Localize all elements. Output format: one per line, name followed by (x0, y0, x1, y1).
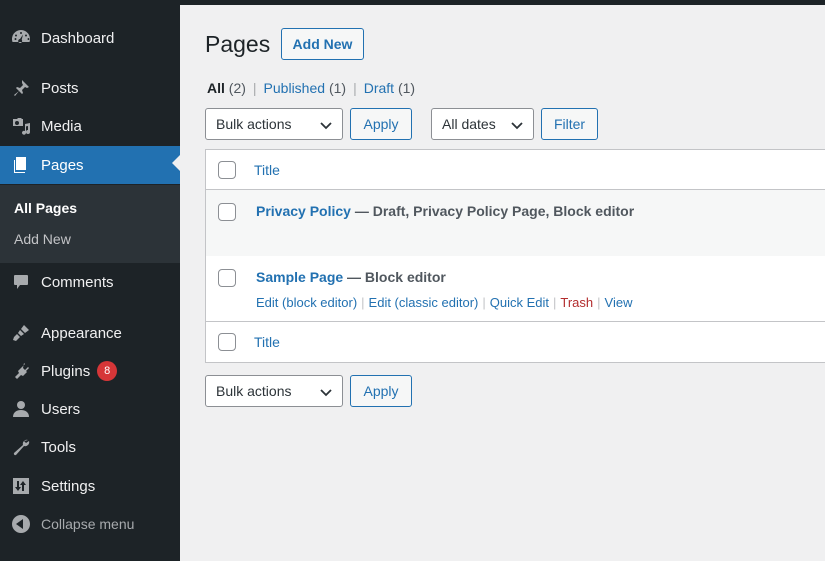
sidebar-item-label: Pages (41, 156, 84, 174)
filter-button[interactable]: Filter (541, 108, 598, 140)
table-footer: Title (206, 322, 825, 362)
sidebar-item-plugins[interactable]: Plugins 8 (0, 354, 180, 388)
sidebar-item-comments[interactable]: Comments (0, 265, 180, 299)
bulk-actions-select-top[interactable]: Bulk actions (205, 108, 343, 140)
view-count: (1) (397, 80, 416, 96)
edit-block-editor-link[interactable]: Edit (block editor) (256, 295, 357, 310)
chevron-down-icon (319, 385, 333, 399)
select-value: Bulk actions (216, 383, 292, 399)
sidebar-item-label: Comments (41, 273, 114, 291)
view-label: Draft (363, 80, 395, 96)
sidebar-item-tools[interactable]: Tools (0, 430, 180, 464)
sidebar-item-label: Tools (41, 438, 77, 456)
update-count-badge: 8 (97, 361, 118, 381)
collapse-icon (9, 514, 33, 534)
sidebar-item-label: Media (41, 117, 82, 135)
post-states: — Block editor (343, 269, 446, 285)
page-title: Pages (205, 31, 271, 57)
bulk-actions-select-bottom[interactable]: Bulk actions (205, 375, 343, 407)
column-title-sort[interactable]: Title (254, 162, 280, 178)
row-title: Sample Page — Block editor (256, 269, 446, 285)
sidebar-item-settings[interactable]: Settings (0, 469, 180, 503)
select-all-checkbox[interactable] (218, 161, 236, 179)
sidebar-item-label: Posts (41, 79, 79, 97)
chevron-down-icon (510, 118, 524, 132)
sidebar-item-pages[interactable]: Pages (0, 146, 180, 184)
settings-icon (9, 476, 33, 496)
trash-link[interactable]: Trash (560, 295, 593, 310)
wrench-icon (9, 437, 33, 457)
table-row: Sample Page — Block editor Edit (block e… (206, 256, 825, 322)
select-value: All dates (442, 116, 496, 132)
view-filters: All (2) | Published (1) | Draft (1) (207, 80, 415, 96)
post-states: — Draft, Privacy Policy Page, Block edit… (350, 203, 635, 219)
page-title-link[interactable]: Sample Page (256, 269, 343, 285)
view-label: Published (263, 80, 326, 96)
row-checkbox[interactable] (218, 203, 236, 221)
view-draft[interactable]: Draft (1) (364, 80, 415, 96)
pages-submenu: All Pages Add New (0, 185, 180, 263)
view-all[interactable]: All (2) (207, 80, 246, 96)
row-actions: Edit (block editor) | Edit (classic editor… (256, 295, 632, 310)
edit-classic-editor-link[interactable]: Edit (classic editor) (369, 295, 479, 310)
quick-edit-link[interactable]: Quick Edit (490, 295, 549, 310)
chevron-down-icon (319, 118, 333, 132)
row-title: Privacy Policy — Draft, Privacy Policy P… (256, 203, 634, 219)
sidebar-item-label: Appearance (41, 324, 122, 342)
separator: | (597, 295, 601, 310)
view-count: (1) (328, 80, 347, 96)
column-title-sort-footer[interactable]: Title (254, 334, 280, 350)
select-all-checkbox-footer[interactable] (218, 333, 236, 351)
user-icon (9, 399, 33, 419)
dashboard-icon (9, 28, 33, 48)
apply-button-top[interactable]: Apply (350, 108, 412, 140)
pages-table: Title Privacy Policy — Draft, Privacy Po… (205, 149, 825, 363)
collapse-menu-label: Collapse menu (41, 516, 135, 532)
separator: | (353, 80, 357, 96)
add-new-button[interactable]: Add New (281, 28, 364, 60)
view-published[interactable]: Published (1) (264, 80, 347, 96)
sidebar-item-label: Settings (41, 477, 96, 495)
comment-icon (9, 272, 33, 292)
plugin-icon (9, 361, 33, 381)
view-label: All (207, 80, 225, 96)
submenu-add-new[interactable]: Add New (14, 231, 71, 247)
view-count: (2) (228, 80, 246, 96)
sidebar-item-label: Plugins (41, 362, 91, 380)
main-content: Pages Add New All (2) | Published (1) | … (180, 5, 825, 561)
sidebar-item-label: Dashboard (41, 29, 115, 47)
pin-icon (9, 78, 33, 98)
admin-sidebar: Dashboard Posts Media Pages All Pages Ad… (0, 0, 180, 561)
sidebar-item-posts[interactable]: Posts (0, 71, 180, 105)
sidebar-item-dashboard[interactable]: Dashboard (0, 21, 180, 55)
separator: | (553, 295, 557, 310)
page-title-link[interactable]: Privacy Policy (256, 203, 351, 219)
table-row: Privacy Policy — Draft, Privacy Policy P… (206, 190, 825, 256)
separator: | (361, 295, 365, 310)
brush-icon (9, 323, 33, 343)
select-value: Bulk actions (216, 116, 292, 132)
sidebar-item-appearance[interactable]: Appearance (0, 316, 180, 350)
sidebar-item-media[interactable]: Media (0, 109, 180, 143)
sidebar-item-label: Users (41, 400, 81, 418)
media-icon (9, 116, 33, 136)
apply-button-bottom[interactable]: Apply (350, 375, 412, 407)
pages-icon (9, 155, 33, 175)
sidebar-item-users[interactable]: Users (0, 392, 180, 426)
submenu-all-pages[interactable]: All Pages (14, 200, 77, 216)
view-link[interactable]: View (605, 295, 633, 310)
table-header: Title (206, 150, 825, 190)
collapse-menu-button[interactable]: Collapse menu (0, 507, 180, 541)
separator: | (252, 80, 257, 96)
separator: | (482, 295, 486, 310)
date-filter-select[interactable]: All dates (431, 108, 534, 140)
row-checkbox[interactable] (218, 269, 236, 287)
